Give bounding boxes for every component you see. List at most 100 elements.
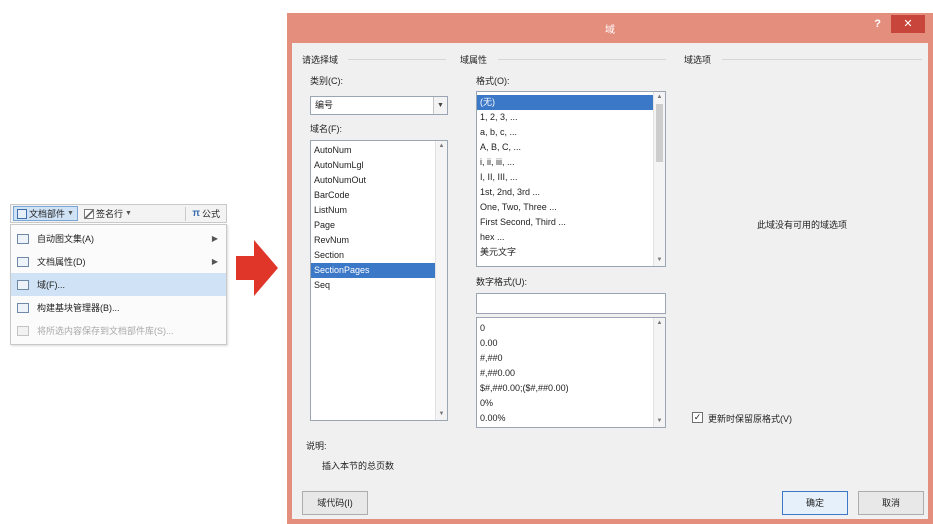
list-item[interactable]: First Second, Third ... xyxy=(477,215,665,230)
numeric-format-scrollbar[interactable]: ▲ ▼ xyxy=(653,318,665,427)
list-item[interactable]: I, II, III, ... xyxy=(477,170,665,185)
chevron-down-icon[interactable]: ▼ xyxy=(433,97,447,114)
list-item[interactable]: 0 xyxy=(477,321,665,336)
close-button[interactable]: ✕ xyxy=(891,15,925,33)
cancel-button[interactable]: 取消 xyxy=(858,491,924,515)
signature-line-label: 签名行 xyxy=(95,209,123,219)
list-item[interactable]: a, b, c, ... xyxy=(477,125,665,140)
list-item[interactable]: SectionPages xyxy=(311,263,447,278)
category-value: 编号 xyxy=(315,100,334,110)
menu-item-field[interactable]: 域(F)... xyxy=(11,273,226,296)
list-item[interactable]: 美元文字 xyxy=(477,245,665,260)
list-item[interactable]: (无) xyxy=(477,95,665,110)
choose-field-group-label: 请选择域 xyxy=(302,55,339,65)
field-names-label: 域名(F): xyxy=(310,124,342,134)
numeric-format-input[interactable] xyxy=(476,293,666,314)
document-parts-menu: 自动图文集(A) ▶ 文档属性(D) ▶ 域(F)... 构建基块管理器(B).… xyxy=(10,224,227,345)
building-blocks-icon xyxy=(17,302,29,313)
autotext-icon xyxy=(17,233,29,244)
save-selection-icon xyxy=(17,325,29,336)
document-property-icon xyxy=(17,256,29,267)
field-options-group-label: 域选项 xyxy=(684,55,712,65)
group-divider xyxy=(348,59,446,60)
menu-item-autotext[interactable]: 自动图文集(A) ▶ xyxy=(11,227,226,250)
toolbar-divider xyxy=(185,206,187,221)
category-select[interactable]: 编号 ▼ xyxy=(310,96,448,115)
signature-line-button[interactable]: 签名行 ▼ xyxy=(80,206,136,221)
field-dialog: 域 ? ✕ 请选择域 类别(C): 编号 ▼ 域名(F): AutoNum Aut… xyxy=(287,13,933,524)
list-item[interactable]: Seq xyxy=(311,278,447,293)
ok-button[interactable]: 确定 xyxy=(782,491,848,515)
chevron-right-icon: ▶ xyxy=(211,257,218,266)
menu-item-label: 自动图文集(A) xyxy=(37,234,94,244)
group-divider xyxy=(498,59,666,60)
chevron-right-icon: ▶ xyxy=(211,234,218,243)
list-item[interactable]: #,##0.00 xyxy=(477,366,665,381)
list-item[interactable]: ListNum xyxy=(311,203,447,218)
menu-item-label: 将所选内容保存到文档部件库(S)... xyxy=(37,326,174,336)
help-button[interactable]: ? xyxy=(874,18,881,30)
format-list-scrollbar[interactable]: ▲ ▼ xyxy=(653,92,665,266)
scroll-up-icon[interactable]: ▲ xyxy=(654,318,665,329)
list-item[interactable]: BarCode xyxy=(311,188,447,203)
chevron-down-icon: ▼ xyxy=(124,210,132,217)
field-icon xyxy=(17,279,29,290)
list-item[interactable]: RevNum xyxy=(311,233,447,248)
scroll-up-icon[interactable]: ▲ xyxy=(436,141,447,152)
list-item[interactable]: $#,##0.00;($#,##0.00) xyxy=(477,381,665,396)
equation-button[interactable]: π 公式 xyxy=(188,206,224,221)
scroll-thumb[interactable] xyxy=(656,104,663,162)
list-item[interactable]: i, ii, iii, ... xyxy=(477,155,665,170)
scroll-up-icon[interactable]: ▲ xyxy=(654,92,665,103)
description-label: 说明: xyxy=(306,441,327,451)
list-item[interactable]: 1st, 2nd, 3rd ... xyxy=(477,185,665,200)
list-item[interactable]: Section xyxy=(311,248,447,263)
list-item[interactable]: #,##0 xyxy=(477,351,665,366)
menu-item-building-blocks[interactable]: 构建基块管理器(B)... xyxy=(11,296,226,319)
format-items: (无) 1, 2, 3, ... a, b, c, ... A, B, C, ... i… xyxy=(477,92,665,260)
chevron-down-icon: ▼ xyxy=(67,210,74,217)
no-options-message: 此域没有可用的域选项 xyxy=(756,220,847,230)
numeric-format-items: 0 0.00 #,##0 #,##0.00 $#,##0.00;($#,##0.00) 0… xyxy=(477,318,665,426)
insert-toolbar: 文档部件 ▼ 签名行 ▼ π 公式 xyxy=(10,204,227,223)
field-list-scrollbar[interactable]: ▲ ▼ xyxy=(435,141,447,420)
menu-item-document-property[interactable]: 文档属性(D) ▶ xyxy=(11,250,226,273)
menu-item-label: 构建基块管理器(B)... xyxy=(37,303,120,313)
menu-item-label: 文档属性(D) xyxy=(37,257,86,267)
scroll-down-icon[interactable]: ▼ xyxy=(654,255,665,266)
preserve-format-checkbox[interactable]: ✓ xyxy=(692,412,703,423)
list-item[interactable]: Page xyxy=(311,218,447,233)
equation-icon: π xyxy=(192,207,200,219)
dialog-titlebar[interactable]: 域 ? ✕ xyxy=(287,13,933,43)
list-item[interactable]: AutoNumLgl xyxy=(311,158,447,173)
list-item[interactable]: 0.00 xyxy=(477,336,665,351)
field-names-items: AutoNum AutoNumLgl AutoNumOut BarCode ListNu… xyxy=(311,141,447,293)
document-parts-button[interactable]: 文档部件 ▼ xyxy=(13,206,78,221)
list-item[interactable]: One, Two, Three ... xyxy=(477,200,665,215)
list-item[interactable]: AutoNumOut xyxy=(311,173,447,188)
list-item[interactable]: AutoNum xyxy=(311,143,447,158)
numeric-format-list[interactable]: 0 0.00 #,##0 #,##0.00 $#,##0.00;($#,##0.00) 0… xyxy=(476,317,666,428)
list-item[interactable]: 0% xyxy=(477,396,665,411)
menu-item-save-selection: 将所选内容保存到文档部件库(S)... xyxy=(11,319,226,342)
numeric-format-label: 数字格式(U): xyxy=(476,277,527,287)
signature-line-icon xyxy=(83,208,94,219)
document-parts-icon xyxy=(17,208,27,219)
category-label: 类别(C): xyxy=(310,76,343,86)
list-item[interactable]: 0.00% xyxy=(477,411,665,426)
preserve-format-label[interactable]: 更新时保留原格式(V) xyxy=(708,412,792,425)
scroll-down-icon[interactable]: ▼ xyxy=(654,416,665,427)
group-divider xyxy=(722,59,922,60)
scroll-down-icon[interactable]: ▼ xyxy=(436,409,447,420)
screenshot-stage: 文档部件 ▼ 签名行 ▼ π 公式 自动图文集(A) ▶ 文档属性(D) ▶ 域… xyxy=(0,0,933,524)
field-properties-group-label: 域属性 xyxy=(460,55,488,65)
list-item[interactable]: 1, 2, 3, ... xyxy=(477,110,665,125)
arrow-right-icon xyxy=(236,240,278,296)
field-codes-button[interactable]: 域代码(I) xyxy=(302,491,368,515)
dialog-title: 域 xyxy=(605,25,615,36)
list-item[interactable]: hex ... xyxy=(477,230,665,245)
list-item[interactable]: A, B, C, ... xyxy=(477,140,665,155)
format-list[interactable]: (无) 1, 2, 3, ... a, b, c, ... A, B, C, ... i… xyxy=(476,91,666,267)
field-names-list[interactable]: AutoNum AutoNumLgl AutoNumOut BarCode ListNu… xyxy=(310,140,448,421)
document-parts-label: 文档部件 xyxy=(29,209,66,219)
